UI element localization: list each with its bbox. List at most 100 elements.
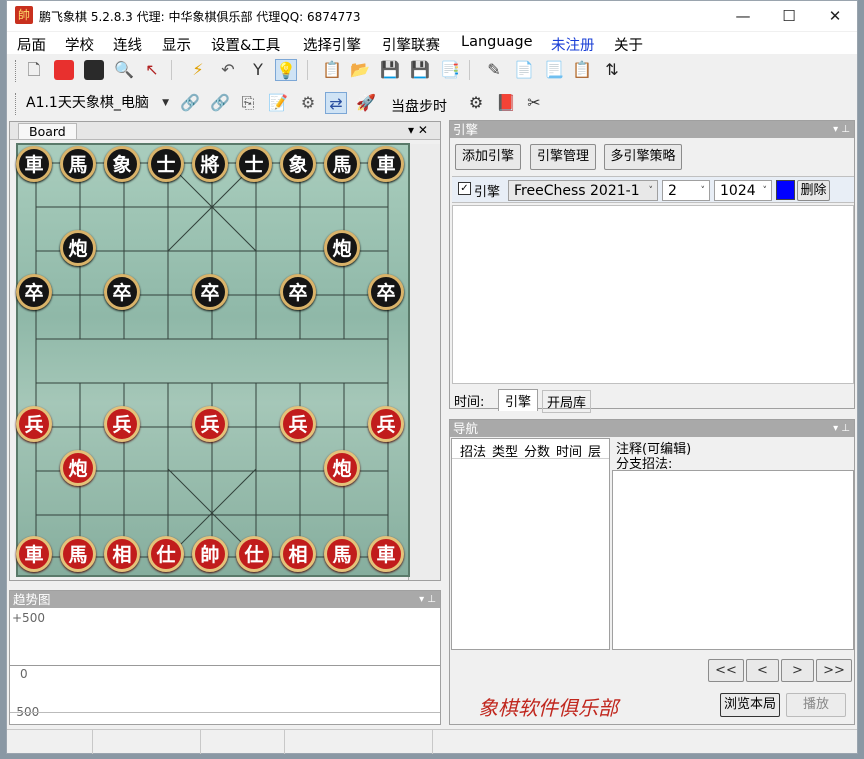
open-folder-icon[interactable]: 📂 bbox=[349, 59, 371, 81]
menu-connect[interactable]: 连线 bbox=[113, 34, 142, 55]
pin-icon[interactable]: ▾ ⊥ bbox=[419, 591, 436, 608]
board-panel-controls[interactable]: ▾ ✕ bbox=[408, 123, 428, 137]
piece-black-chariot[interactable]: 車 bbox=[16, 146, 52, 182]
piece-black-horse[interactable]: 馬 bbox=[60, 146, 96, 182]
piece-black-advisor[interactable]: 士 bbox=[148, 146, 184, 182]
piece-black-elephant[interactable]: 象 bbox=[280, 146, 316, 182]
piece-black-advisor[interactable]: 士 bbox=[236, 146, 272, 182]
first-move-button[interactable]: << bbox=[708, 659, 744, 682]
pin-icon[interactable]: ▾ ⊥ bbox=[833, 420, 850, 437]
copy-icon[interactable]: 📑 bbox=[439, 59, 461, 81]
menu-unregistered[interactable]: 未注册 bbox=[551, 34, 595, 55]
piece-black-chariot[interactable]: 車 bbox=[368, 146, 404, 182]
move-list[interactable]: 招法 类型 分数 时间 层 bbox=[451, 438, 610, 650]
piece-red-horse[interactable]: 馬 bbox=[60, 536, 96, 572]
piece-black-cannon[interactable]: 炮 bbox=[324, 230, 360, 266]
play-button[interactable]: 播放 bbox=[786, 693, 846, 717]
comment-editor[interactable] bbox=[612, 470, 854, 650]
pages-icon[interactable]: 📃 bbox=[543, 59, 565, 81]
piece-black-cannon[interactable]: 炮 bbox=[60, 230, 96, 266]
piece-black-pawn[interactable]: 卒 bbox=[16, 274, 52, 310]
chess-board[interactable] bbox=[16, 143, 410, 577]
menu-school[interactable]: 学校 bbox=[65, 34, 94, 55]
search-icon[interactable]: 🔍 bbox=[113, 59, 135, 81]
tools-icon[interactable]: ✂ bbox=[523, 92, 545, 114]
unlink-icon[interactable]: 🔗 bbox=[209, 92, 231, 114]
menu-select-engine[interactable]: 选择引擎 bbox=[303, 34, 361, 55]
piece-red-elephant[interactable]: 相 bbox=[104, 536, 140, 572]
menu-engine-league[interactable]: 引擎联赛 bbox=[382, 34, 440, 55]
engine-manage-button[interactable]: 引擎管理 bbox=[530, 144, 596, 170]
piece-red-pawn[interactable]: 兵 bbox=[280, 406, 316, 442]
save-as-icon[interactable]: 💾 bbox=[409, 59, 431, 81]
piece-red-cannon[interactable]: 炮 bbox=[324, 450, 360, 486]
doc-copy-icon[interactable]: ⎘ bbox=[237, 92, 259, 114]
paste-icon[interactable]: 📋 bbox=[571, 59, 593, 81]
piece-red-pawn[interactable]: 兵 bbox=[16, 406, 52, 442]
piece-black-general[interactable]: 將 bbox=[192, 146, 228, 182]
piece-black-horse[interactable]: 馬 bbox=[324, 146, 360, 182]
piece-black-pawn[interactable]: 卒 bbox=[368, 274, 404, 310]
menu-language[interactable]: Language bbox=[461, 34, 533, 50]
clipboard-icon[interactable]: 📋 bbox=[321, 59, 343, 81]
edit-icon[interactable]: ✎ bbox=[483, 59, 505, 81]
undo-icon[interactable]: ↶ bbox=[217, 59, 239, 81]
red-square-icon[interactable] bbox=[54, 60, 74, 80]
piece-red-pawn[interactable]: 兵 bbox=[192, 406, 228, 442]
book-icon[interactable]: 📕 bbox=[495, 92, 517, 114]
step-time-label[interactable]: 当盘步时 bbox=[391, 96, 447, 116]
engine-color-swatch[interactable] bbox=[776, 180, 795, 200]
prev-move-button[interactable]: < bbox=[746, 659, 779, 682]
tab-time[interactable]: 时间: bbox=[454, 391, 484, 410]
piece-red-elephant[interactable]: 相 bbox=[280, 536, 316, 572]
bulb-icon[interactable]: 💡 bbox=[275, 59, 297, 81]
piece-red-pawn[interactable]: 兵 bbox=[104, 406, 140, 442]
engine-output-area[interactable] bbox=[452, 205, 854, 384]
flip-icon[interactable]: ⇅ bbox=[601, 59, 623, 81]
branch-icon[interactable]: Y bbox=[247, 59, 269, 81]
piece-black-pawn[interactable]: 卒 bbox=[192, 274, 228, 310]
piece-black-elephant[interactable]: 象 bbox=[104, 146, 140, 182]
engine-name-select[interactable]: FreeChess 2021-1 ˅ bbox=[508, 180, 658, 201]
minimize-button[interactable]: — bbox=[721, 1, 765, 31]
piece-red-pawn[interactable]: 兵 bbox=[368, 406, 404, 442]
piece-red-horse[interactable]: 馬 bbox=[324, 536, 360, 572]
browse-game-button[interactable]: 浏览本局 bbox=[720, 693, 780, 717]
save-icon[interactable]: 💾 bbox=[379, 59, 401, 81]
position-select[interactable]: A1.1天天象棋_电脑 ▼ bbox=[21, 93, 173, 115]
black-square-icon[interactable] bbox=[84, 60, 104, 80]
piece-black-pawn[interactable]: 卒 bbox=[104, 274, 140, 310]
document-icon[interactable]: 📄 bbox=[513, 59, 535, 81]
col-type[interactable]: 类型 bbox=[492, 441, 518, 460]
link-icon[interactable]: 🔗 bbox=[179, 92, 201, 114]
maximize-button[interactable]: ☐ bbox=[767, 1, 811, 31]
tab-engine[interactable]: 引擎 bbox=[498, 389, 539, 411]
swap-icon[interactable]: ⇄ bbox=[325, 92, 347, 114]
piece-red-cannon[interactable]: 炮 bbox=[60, 450, 96, 486]
rocket-icon[interactable]: 🚀 bbox=[355, 92, 377, 114]
piece-red-advisor[interactable]: 仕 bbox=[148, 536, 184, 572]
pin-icon[interactable]: ▾ ⊥ bbox=[833, 121, 850, 138]
piece-black-pawn[interactable]: 卒 bbox=[280, 274, 316, 310]
threads-select[interactable]: 2 ˅ bbox=[662, 180, 710, 201]
hash-select[interactable]: 1024 ˅ bbox=[714, 180, 772, 201]
add-engine-button[interactable]: 添加引擎 bbox=[455, 144, 521, 170]
delete-engine-button[interactable]: 删除 bbox=[797, 180, 830, 201]
edit-note-icon[interactable]: 📝 bbox=[267, 92, 289, 114]
menu-display[interactable]: 显示 bbox=[162, 34, 191, 55]
piece-red-chariot[interactable]: 車 bbox=[368, 536, 404, 572]
arrow-icon[interactable]: ↖ bbox=[141, 59, 163, 81]
last-move-button[interactable]: >> bbox=[816, 659, 852, 682]
col-score[interactable]: 分数 bbox=[524, 441, 550, 460]
menu-about[interactable]: 关于 bbox=[614, 34, 643, 55]
menu-position[interactable]: 局面 bbox=[17, 34, 46, 55]
piece-red-chariot[interactable]: 車 bbox=[16, 536, 52, 572]
settings-gear-icon[interactable]: ⚙ bbox=[465, 92, 487, 114]
gear-icon[interactable]: ⚙ bbox=[297, 92, 319, 114]
engine-enable-checkbox[interactable]: ✓ bbox=[458, 182, 471, 195]
close-button[interactable]: ✕ bbox=[813, 1, 857, 31]
menu-settings-tools[interactable]: 设置&工具 bbox=[211, 34, 280, 55]
tab-opening-book[interactable]: 开局库 bbox=[542, 390, 592, 413]
piece-red-advisor[interactable]: 仕 bbox=[236, 536, 272, 572]
col-move[interactable]: 招法 bbox=[460, 441, 486, 460]
